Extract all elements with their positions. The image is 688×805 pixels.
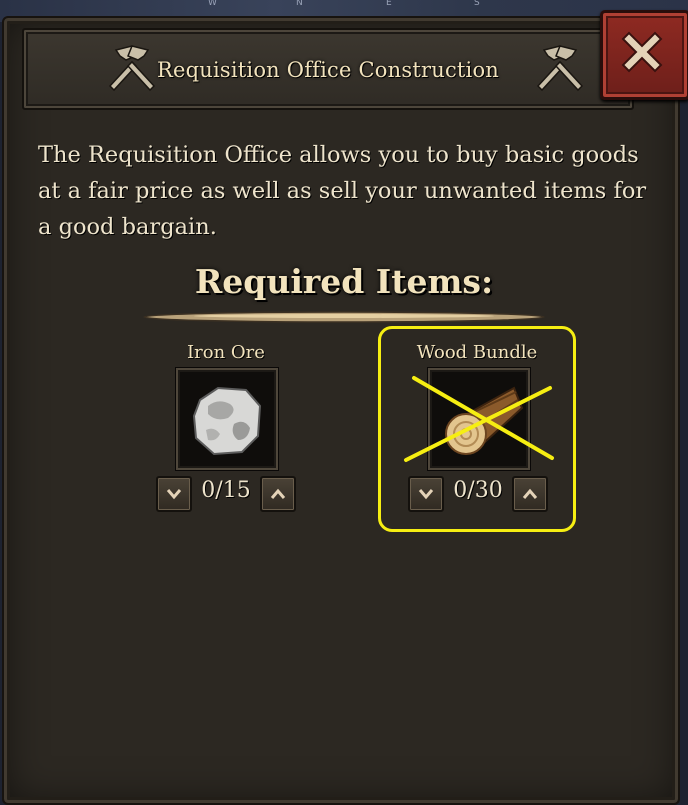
construction-dialog	[2, 16, 680, 805]
crossed-hammers-icon	[108, 45, 156, 92]
crossed-hammers-icon	[536, 45, 584, 92]
compass-north: N	[296, 0, 303, 8]
increase-iron-ore-button[interactable]	[260, 476, 296, 512]
required-items-heading: Required Items:	[194, 262, 494, 301]
item-name-iron-ore: Iron Ore	[187, 342, 265, 363]
item-slot-iron-ore	[176, 368, 278, 470]
decrease-iron-ore-button[interactable]	[156, 476, 192, 512]
compass-south: S	[474, 0, 480, 8]
ornamental-divider	[143, 311, 545, 323]
compass-west: W	[208, 0, 217, 8]
close-button[interactable]	[600, 10, 688, 100]
item-count-iron-ore: 0/15	[201, 478, 251, 503]
compass-strip: W N E S	[0, 0, 688, 12]
annotation-cross-icon	[404, 376, 554, 462]
chevron-up-icon	[270, 488, 286, 499]
chevron-down-icon	[166, 489, 182, 500]
compass-east: E	[386, 0, 392, 8]
iron-ore-icon	[192, 386, 262, 456]
building-description: The Requisition Office allows you to buy…	[38, 142, 647, 240]
close-icon	[621, 31, 663, 73]
